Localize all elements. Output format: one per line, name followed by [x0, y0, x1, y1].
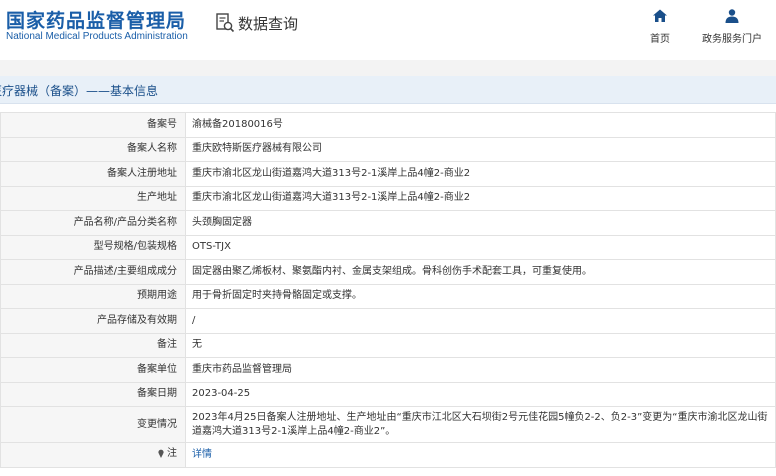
section-header: 医疗器械（备案）——基本信息 — [0, 76, 776, 104]
row-label: 生产地址 — [0, 185, 186, 211]
row-label: 备注 — [0, 332, 186, 358]
row-label: 备案人名称 — [0, 136, 186, 162]
row-value-note: 详情 — [185, 442, 776, 468]
table-row: 预期用途 用于骨折固定时夹持骨骼固定或支撑。 — [0, 283, 776, 309]
header-divider — [0, 60, 776, 76]
table-row: 生产地址 重庆市渝北区龙山街道嘉鸿大道313号2-1溪岸上品4幢2-商业2 — [0, 185, 776, 211]
pin-icon — [158, 449, 164, 458]
table-row: 型号规格/包装规格 OTS-TJX — [0, 234, 776, 260]
table-row: 备案人名称 重庆欧特斯医疗器械有限公司 — [0, 136, 776, 162]
row-label: 变更情况 — [0, 406, 186, 443]
row-value: / — [185, 308, 776, 334]
row-value: 重庆市渝北区龙山街道嘉鸿大道313号2-1溪岸上品4幢2-商业2 — [185, 185, 776, 211]
note-label-wrapper: 注 — [157, 447, 177, 461]
table-row: 备案人注册地址 重庆市渝北区龙山街道嘉鸿大道313号2-1溪岸上品4幢2-商业2 — [0, 161, 776, 187]
row-label: 产品存储及有效期 — [0, 308, 186, 334]
table-row: 变更情况 2023年4月25日备案人注册地址、生产地址由“重庆市江北区大石坝街2… — [0, 406, 776, 443]
site-logo-subtitle[interactable]: National Medical Products Administration — [6, 31, 188, 42]
data-query-link[interactable]: 数据查询 — [214, 12, 298, 34]
row-value: 重庆市药品监督管理局 — [185, 357, 776, 383]
section-title: 医疗器械（备案）——基本信息 — [0, 84, 159, 98]
table-row: 产品描述/主要组成成分 固定器由聚乙烯板材、聚氨酯内衬、金属支架组成。骨科创伤手… — [0, 259, 776, 285]
record-detail-table: 备案号 渝械备20180016号 备案人名称 重庆欧特斯医疗器械有限公司 备案人… — [0, 112, 776, 468]
nav-service-label: 政务服务门户 — [702, 34, 762, 45]
table-row: 备案日期 2023-04-25 — [0, 381, 776, 407]
details-link[interactable]: 详情 — [192, 449, 212, 460]
table-row: 备案号 渝械备20180016号 — [0, 112, 776, 138]
data-query-label: 数据查询 — [238, 14, 299, 33]
table-row: 产品存储及有效期 / — [0, 308, 776, 334]
row-label: 备案单位 — [0, 357, 186, 383]
row-value: 重庆欧特斯医疗器械有限公司 — [185, 136, 776, 162]
row-value: 用于骨折固定时夹持骨骼固定或支撑。 — [185, 283, 776, 309]
user-icon — [725, 9, 739, 23]
row-label: 型号规格/包装规格 — [0, 234, 186, 260]
nav-service-portal[interactable]: 政务服务门户 — [700, 8, 764, 45]
row-value: 固定器由聚乙烯板材、聚氨酯内衬、金属支架组成。骨科创伤手术配套工具，可重复使用。 — [185, 259, 776, 285]
site-logo-title[interactable]: 国家药品监督管理局 — [6, 6, 186, 33]
row-label: 预期用途 — [0, 283, 186, 309]
row-label: 备案号 — [0, 112, 186, 138]
row-value: 渝械备20180016号 — [185, 112, 776, 138]
row-label: 备案人注册地址 — [0, 161, 186, 187]
table-row: 备案单位 重庆市药品监督管理局 — [0, 357, 776, 383]
row-value: 2023年4月25日备案人注册地址、生产地址由“重庆市江北区大石坝街2号元佳花园… — [185, 406, 776, 443]
document-search-icon — [216, 13, 235, 33]
row-value: 无 — [185, 332, 776, 358]
row-value: 头颈胸固定器 — [185, 210, 776, 236]
site-header: 国家药品监督管理局 National Medical Products Admi… — [0, 0, 776, 60]
table-row: 产品名称/产品分类名称 头颈胸固定器 — [0, 210, 776, 236]
nav-home-label: 首页 — [650, 34, 670, 45]
home-icon — [653, 9, 667, 22]
row-value: 2023-04-25 — [185, 381, 776, 407]
row-label: 产品名称/产品分类名称 — [0, 210, 186, 236]
nav-home[interactable]: 首页 — [628, 8, 692, 45]
row-value: OTS-TJX — [185, 234, 776, 260]
row-value: 重庆市渝北区龙山街道嘉鸿大道313号2-1溪岸上品4幢2-商业2 — [185, 161, 776, 187]
row-label-note: 注 — [0, 442, 186, 468]
table-row: 注 详情 — [0, 442, 776, 468]
row-label: 备案日期 — [0, 381, 186, 407]
table-row: 备注 无 — [0, 332, 776, 358]
row-label: 产品描述/主要组成成分 — [0, 259, 186, 285]
note-label-text: 注 — [167, 447, 177, 459]
